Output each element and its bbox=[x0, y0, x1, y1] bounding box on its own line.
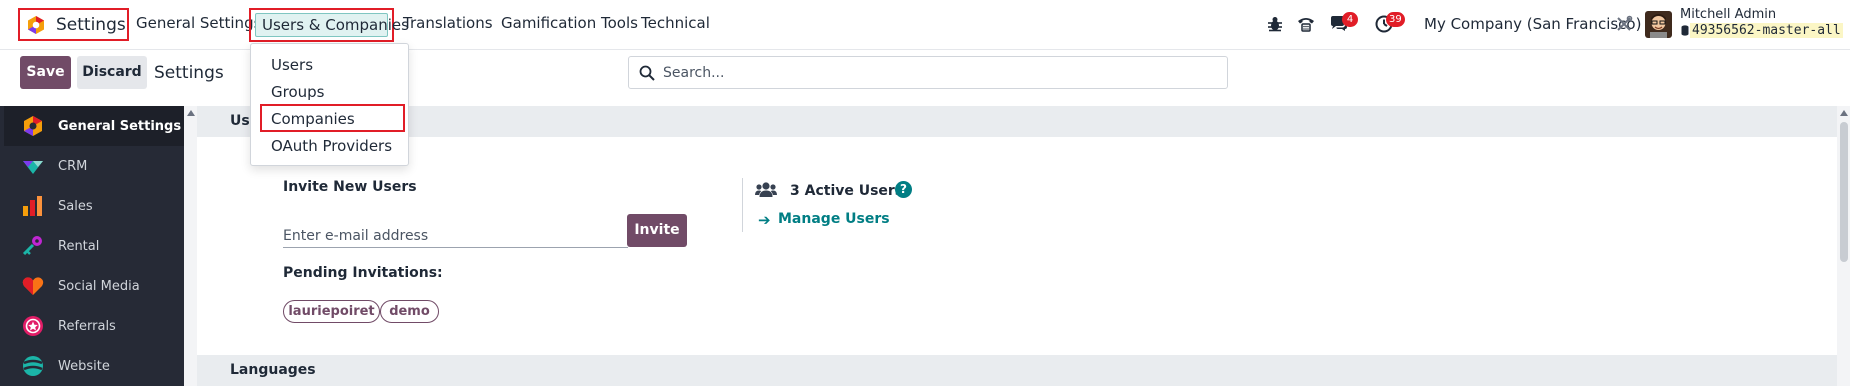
search-bar[interactable] bbox=[628, 56, 1228, 89]
sidebar-item-website[interactable]: Website bbox=[4, 346, 185, 386]
section-header-languages: Languages bbox=[197, 355, 1837, 386]
app-brand[interactable]: Settings bbox=[18, 8, 129, 41]
help-icon[interactable]: ? bbox=[895, 181, 912, 198]
heart-icon bbox=[22, 277, 44, 295]
sidebar-item-rental[interactable]: Rental bbox=[4, 226, 185, 266]
database-icon bbox=[1681, 25, 1689, 36]
dropdown-item-users[interactable]: Users bbox=[271, 56, 313, 74]
sidebar-item-label: Sales bbox=[58, 198, 93, 214]
sidebar-item-label: Referrals bbox=[58, 318, 116, 334]
manage-users-link[interactable]: Manage Users bbox=[778, 211, 890, 227]
sidebar-item-social-media[interactable]: Social Media bbox=[4, 266, 185, 306]
key-icon bbox=[22, 236, 42, 256]
column-divider bbox=[742, 178, 743, 232]
debug-tools-icon[interactable] bbox=[1614, 14, 1634, 34]
sidebar-item-label: Website bbox=[58, 358, 110, 374]
pending-user-tag[interactable]: lauriepoiret bbox=[283, 300, 380, 323]
menu-users-companies[interactable]: Users & Companies bbox=[255, 13, 409, 37]
database-name: 49356562-master-all bbox=[1690, 23, 1843, 38]
invite-users-title: Invite New Users bbox=[283, 179, 417, 195]
avatar[interactable] bbox=[1645, 11, 1672, 38]
dropdown-item-oauth-providers[interactable]: OAuth Providers bbox=[271, 137, 392, 155]
menu-users-companies-highlight: Users & Companies bbox=[249, 8, 409, 42]
pending-invitations-title: Pending Invitations: bbox=[283, 265, 443, 281]
sidebar-item-label: CRM bbox=[58, 158, 88, 174]
sidebar-scrollbar[interactable] bbox=[184, 106, 197, 386]
users-group-icon bbox=[755, 182, 777, 197]
company-switcher[interactable]: My Company (San Francisco) bbox=[1424, 15, 1641, 33]
referral-icon bbox=[23, 316, 43, 336]
sales-chart-icon bbox=[23, 196, 42, 216]
active-users-count: 3 Active Users bbox=[790, 183, 904, 199]
sidebar-item-label: Rental bbox=[58, 238, 100, 254]
sidebar-item-label: General Settings bbox=[58, 118, 182, 134]
menu-technical[interactable]: Technical bbox=[641, 14, 710, 32]
email-field[interactable] bbox=[283, 224, 628, 248]
pending-user-tag[interactable]: demo bbox=[380, 300, 439, 323]
sidebar-scroll-up-icon[interactable] bbox=[187, 110, 195, 116]
user-name[interactable]: Mitchell Admin bbox=[1680, 7, 1776, 22]
section-header-users: Users bbox=[197, 106, 1837, 137]
invite-button[interactable]: Invite bbox=[627, 214, 687, 247]
save-button[interactable]: Save bbox=[20, 56, 71, 89]
menu-general-settings[interactable]: General Settings bbox=[136, 14, 261, 32]
crm-icon bbox=[23, 161, 43, 174]
odoo-settings-logo-icon bbox=[28, 15, 44, 34]
menu-gamification-tools[interactable]: Gamification Tools bbox=[501, 14, 638, 32]
dropdown-item-groups[interactable]: Groups bbox=[271, 83, 324, 101]
settings-hex-icon bbox=[24, 116, 42, 136]
discard-button[interactable]: Discard bbox=[77, 56, 147, 89]
sidebar-item-referrals[interactable]: Referrals bbox=[4, 306, 185, 346]
activity-badge: 39 bbox=[1386, 12, 1405, 27]
settings-sidebar: General Settings CRM Sales Rental Social… bbox=[0, 106, 190, 386]
chat-badge: 4 bbox=[1342, 12, 1358, 27]
menu-translations[interactable]: Translations bbox=[403, 14, 493, 32]
sidebar-item-general-settings[interactable]: General Settings bbox=[4, 106, 185, 146]
phone-icon[interactable] bbox=[1296, 14, 1316, 34]
search-icon bbox=[639, 65, 655, 81]
arrow-right-icon: ➔ bbox=[758, 211, 771, 229]
search-input[interactable] bbox=[663, 61, 1218, 85]
website-icon bbox=[23, 356, 43, 376]
main-scroll-up-icon[interactable] bbox=[1840, 110, 1848, 116]
bug-icon[interactable] bbox=[1265, 14, 1285, 34]
sidebar-item-label: Social Media bbox=[58, 278, 140, 294]
sidebar-item-sales[interactable]: Sales bbox=[4, 186, 185, 226]
app-name: Settings bbox=[56, 14, 126, 35]
companies-highlight-box bbox=[260, 104, 405, 132]
sidebar-item-crm[interactable]: CRM bbox=[4, 146, 185, 186]
page-title: Settings bbox=[154, 63, 224, 83]
main-scrollbar-thumb[interactable] bbox=[1840, 122, 1848, 262]
